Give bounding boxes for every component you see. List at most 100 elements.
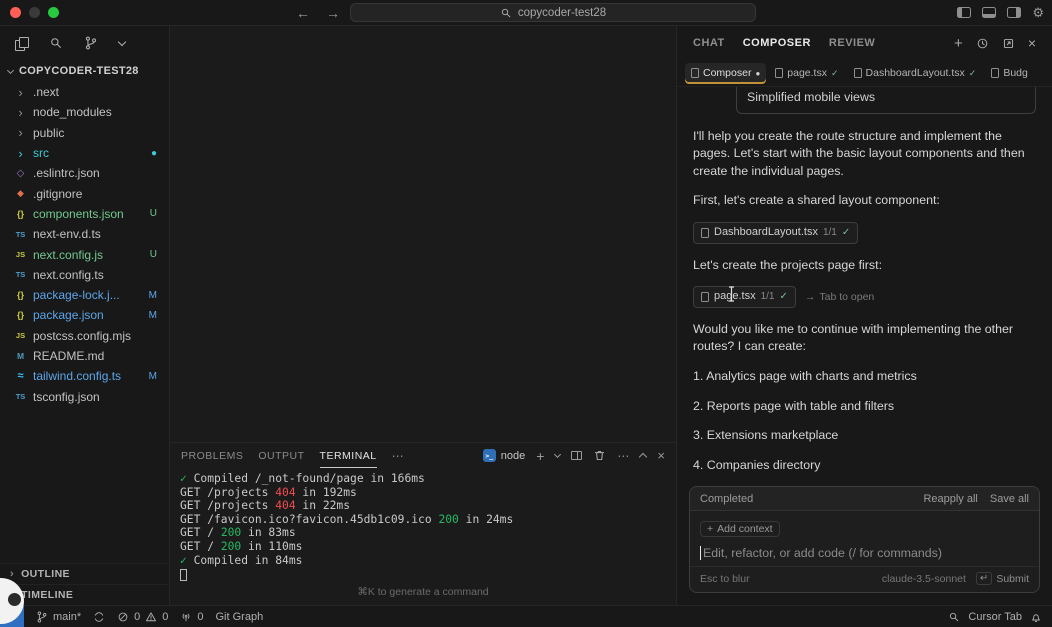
sync-changes-item[interactable] [93, 611, 105, 623]
file-name: public [33, 125, 65, 140]
close-panel-icon[interactable]: × [657, 449, 665, 462]
git-badge: U [149, 208, 157, 220]
branch-icon [37, 611, 47, 622]
tab-terminal[interactable]: TERMINAL [320, 443, 377, 468]
file-tree-item[interactable]: tsconfig.json [0, 386, 169, 406]
tab-composer[interactable]: COMPOSER [743, 37, 811, 49]
file-tree-item[interactable]: next.config.js U [0, 244, 169, 264]
submit-button[interactable]: ↵ Submit [975, 572, 1029, 585]
panel-more-actions-icon[interactable]: ⋯ [617, 449, 629, 463]
file-type-icon [13, 230, 28, 239]
status-token: 404 [275, 485, 296, 499]
tab-problems[interactable]: PROBLEMS [181, 443, 243, 468]
close-panel-icon[interactable]: × [1028, 36, 1036, 50]
file-icon [775, 68, 784, 78]
list-item: 1. Analytics page with charts and metric… [693, 369, 917, 384]
file-tree-item[interactable]: src ● [0, 143, 169, 163]
open-in-editor-icon[interactable] [1002, 37, 1015, 50]
file-tree-item[interactable]: public [0, 123, 169, 143]
ports-item[interactable]: 0 [180, 611, 204, 623]
list-item: 2. Reports page with table and filters [693, 398, 895, 413]
check-icon: ✓ [841, 226, 851, 238]
project-root-folder[interactable]: COPYCODER-TEST28 [0, 60, 169, 82]
more-tabs-icon[interactable]: ⋯ [392, 449, 404, 463]
file-tree-item[interactable]: postcss.config.mjs [0, 326, 169, 346]
file-tree-item[interactable]: next-env.d.ts [0, 224, 169, 244]
close-window-button[interactable] [10, 7, 21, 18]
file-name: package-lock.j... [33, 288, 120, 303]
new-composer-button[interactable]: + [954, 36, 963, 51]
composer-input[interactable]: Edit, refactor, or add code (/ for comma… [690, 539, 1039, 566]
model-selector[interactable]: claude-3.5-sonnet [882, 573, 966, 585]
split-terminal-icon[interactable] [571, 451, 583, 460]
chevron-down-icon [6, 66, 15, 74]
file-icon [853, 68, 862, 78]
terminal-output[interactable]: ✓ Compiled /_not-found/page in 166ms GET… [170, 468, 676, 605]
file-tree-item[interactable]: components.json U [0, 204, 169, 224]
history-icon[interactable] [976, 37, 989, 50]
file-tree-item[interactable]: node_modules [0, 102, 169, 122]
git-badge: M [148, 309, 157, 321]
add-context-button[interactable]: + Add context [700, 521, 780, 537]
file-edit-chip[interactable]: page.tsx 1/1 ✓ [693, 286, 796, 308]
command-center-search[interactable]: copycoder-test28 [350, 3, 756, 22]
status-token: 404 [275, 499, 296, 513]
file-tree-item[interactable]: .eslintrc.json [0, 163, 169, 183]
file-pill[interactable]: page.tsx ✓ [769, 63, 844, 84]
back-button[interactable]: ← [296, 5, 310, 21]
file-type-icon [13, 351, 28, 361]
file-tree-item[interactable]: .next [0, 82, 169, 102]
user-message-bubble: Simplified mobile views [736, 87, 1036, 114]
git-branch-item[interactable]: main* [36, 611, 81, 623]
toggle-left-sidebar-icon[interactable] [957, 7, 972, 18]
file-icon [701, 292, 709, 303]
maximize-panel-icon[interactable] [639, 452, 648, 462]
explorer-files-icon[interactable] [15, 36, 29, 51]
ai-chat-panel: CHAT COMPOSER REVIEW + × Composer ● page… [676, 26, 1052, 605]
file-pill[interactable]: Budg [985, 63, 1034, 84]
terminal-dropdown-icon[interactable] [554, 450, 562, 459]
outline-section-header[interactable]: › OUTLINE [0, 563, 169, 584]
minimize-window-button[interactable] [29, 7, 40, 18]
radio-tower-icon [182, 613, 190, 621]
explorer-sidebar: COPYCODER-TEST28 .next node_modules publ… [0, 26, 170, 605]
bottom-panel: PROBLEMS OUTPUT TERMINAL ⋯ >_ node + ⋯ ×… [170, 442, 676, 605]
new-terminal-button[interactable]: + [536, 449, 544, 463]
chevron-down-icon[interactable] [117, 37, 127, 46]
file-pill[interactable]: DashboardLayout.tsx ✓ [848, 63, 983, 84]
file-tree-item[interactable]: next.config.ts [0, 265, 169, 285]
timeline-section-header[interactable]: › TIMELINE [0, 584, 169, 605]
reapply-all-button[interactable]: Reapply all [923, 493, 977, 505]
titlebar: ← → copycoder-test28 ⚙ [0, 0, 1052, 26]
zoom-window-button[interactable] [48, 7, 59, 18]
git-graph-item[interactable]: Git Graph [216, 611, 264, 623]
chat-transcript[interactable]: Simplified mobile views I'll help you cr… [677, 87, 1052, 480]
magnifier-icon[interactable] [948, 611, 960, 623]
problems-item[interactable]: 0 0 [117, 611, 168, 623]
file-tree-item[interactable]: .gitignore [0, 183, 169, 203]
settings-gear-icon[interactable]: ⚙ [1032, 6, 1044, 19]
file-edit-chip[interactable]: DashboardLayout.tsx 1/1 ✓ [693, 222, 859, 244]
edit-count: 1/1 [760, 290, 775, 302]
file-tree-item[interactable]: package-lock.j... M [0, 285, 169, 305]
search-icon[interactable] [49, 36, 63, 50]
cursor-tab-item[interactable]: Cursor Tab [968, 611, 1022, 623]
source-control-icon[interactable] [84, 36, 98, 50]
file-name: postcss.config.mjs [33, 328, 132, 343]
file-tree-item[interactable]: package.json M [0, 305, 169, 325]
file-tree-item[interactable]: README.md [0, 346, 169, 366]
tab-review[interactable]: REVIEW [829, 37, 875, 49]
save-all-button[interactable]: Save all [990, 493, 1029, 505]
editor-area[interactable] [170, 26, 676, 442]
kill-terminal-trash-icon[interactable] [593, 449, 606, 462]
forward-button[interactable]: → [326, 5, 340, 21]
bell-icon[interactable] [1030, 611, 1042, 623]
file-type-icon [13, 188, 28, 199]
composer-pill[interactable]: Composer ● [685, 62, 767, 84]
tab-output[interactable]: OUTPUT [258, 443, 304, 468]
file-tree-item[interactable]: tailwind.config.ts M [0, 366, 169, 386]
terminal-shell-picker[interactable]: >_ node [482, 449, 525, 462]
tab-chat[interactable]: CHAT [693, 37, 725, 49]
toggle-bottom-panel-icon[interactable] [982, 7, 997, 18]
toggle-right-sidebar-icon[interactable] [1007, 7, 1022, 18]
